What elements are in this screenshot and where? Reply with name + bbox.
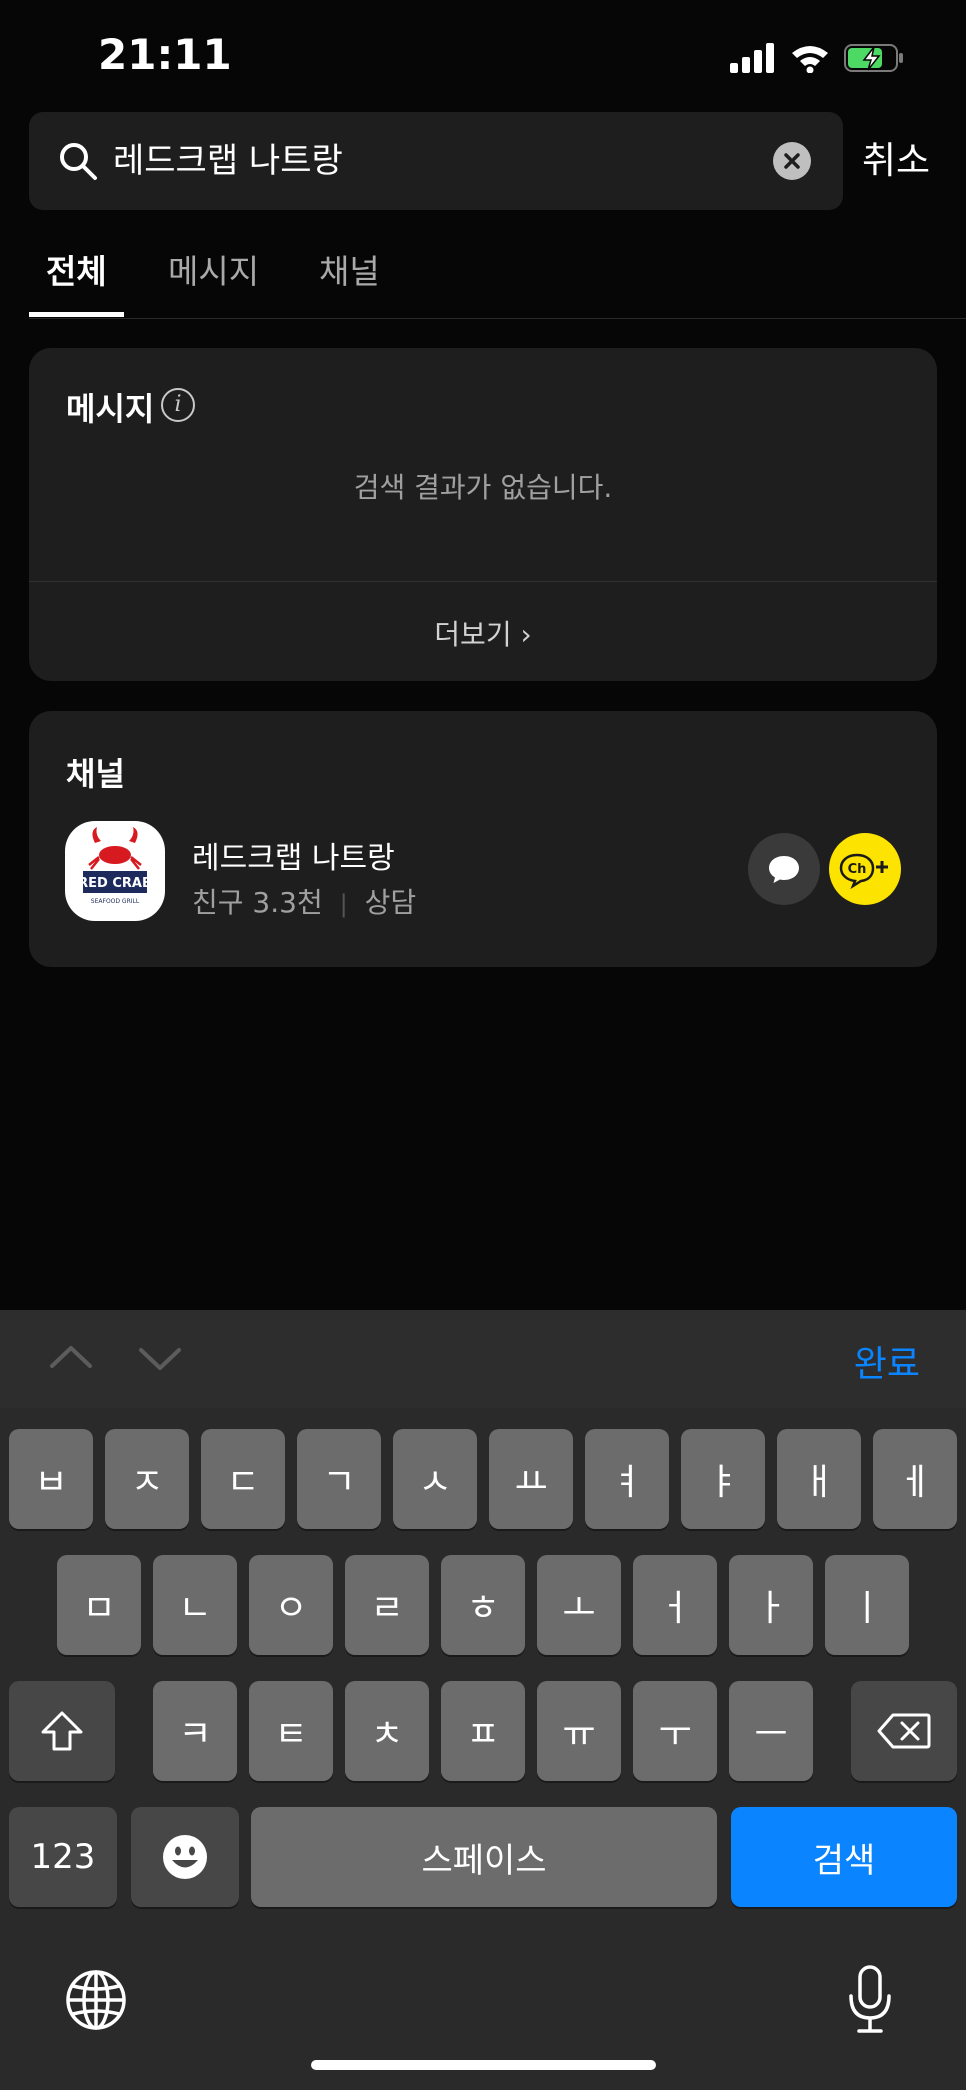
close-icon <box>784 153 800 169</box>
key-a[interactable]: ㅏ <box>729 1555 813 1655</box>
search-key[interactable]: 검색 <box>731 1807 957 1907</box>
chevron-down-icon[interactable] <box>137 1346 183 1374</box>
key-j[interactable]: ㅈ <box>105 1429 189 1529</box>
microphone-icon[interactable] <box>846 1964 894 2036</box>
red-crab-logo-icon: RED CRAB SEAFOOD GRILL <box>78 827 152 905</box>
empty-result-text: 검색 결과가 없습니다. <box>353 471 613 504</box>
messages-section-title: 메시지 <box>66 390 155 428</box>
key-d[interactable]: ㄷ <box>201 1429 285 1529</box>
logo-text: RED CRAB <box>78 876 152 891</box>
key-t[interactable]: ㅌ <box>249 1681 333 1781</box>
backspace-icon <box>877 1713 931 1749</box>
key-ya[interactable]: ㅑ <box>681 1429 765 1529</box>
channel-logo[interactable]: RED CRAB SEAFOOD GRILL <box>65 821 165 921</box>
channel-add-icon: Ch <box>839 853 888 889</box>
channels-section-title: 채널 <box>66 755 125 793</box>
space-key[interactable]: 스페이스 <box>251 1807 717 1907</box>
key-o[interactable]: ㅗ <box>537 1555 621 1655</box>
shift-icon <box>41 1711 83 1751</box>
chevron-up-icon[interactable] <box>48 1342 94 1370</box>
key-p[interactable]: ㅍ <box>441 1681 525 1781</box>
channel-friends-count: 친구 3.3천 <box>192 886 323 919</box>
channel-category: 상담 <box>364 886 417 919</box>
key-e[interactable]: ㅔ <box>873 1429 957 1529</box>
channels-section: 채널 RED CRAB SEAFOOD GRILL 레드크랩 나트랑 친구 3.… <box>29 711 937 967</box>
key-yu[interactable]: ㅠ <box>537 1681 621 1781</box>
numbers-key[interactable]: 123 <box>9 1807 117 1907</box>
messages-section: 메시지 i 검색 결과가 없습니다. 더보기 › <box>29 348 937 681</box>
add-channel-button[interactable]: Ch <box>829 833 901 905</box>
key-i[interactable]: ㅣ <box>825 1555 909 1655</box>
key-n[interactable]: ㄴ <box>153 1555 237 1655</box>
emoji-key[interactable] <box>131 1807 239 1907</box>
key-yeo[interactable]: ㅕ <box>585 1429 669 1529</box>
key-b[interactable]: ㅂ <box>9 1429 93 1529</box>
backspace-key[interactable] <box>851 1681 957 1781</box>
chat-bubble-icon <box>769 856 799 883</box>
key-ae[interactable]: ㅐ <box>777 1429 861 1529</box>
shift-key[interactable] <box>9 1681 115 1781</box>
key-r[interactable]: ㄹ <box>345 1555 429 1655</box>
cellular-signal-icon <box>730 43 774 73</box>
key-eu[interactable]: ㅡ <box>729 1681 813 1781</box>
home-indicator <box>311 2060 656 2070</box>
tab-divider <box>29 318 966 319</box>
card-divider <box>29 581 937 582</box>
done-button[interactable]: 완료 <box>854 1335 920 1387</box>
globe-icon[interactable] <box>64 1968 128 2032</box>
search-input[interactable]: 레드크랩 나트랑 <box>113 112 343 210</box>
key-h[interactable]: ㅎ <box>441 1555 525 1655</box>
key-m[interactable]: ㅁ <box>57 1555 141 1655</box>
ch-badge-text: Ch <box>848 862 867 877</box>
more-button[interactable]: 더보기 › <box>29 613 937 653</box>
key-eo[interactable]: ㅓ <box>633 1555 717 1655</box>
keyboard-toolbar: 완료 <box>0 1310 966 1408</box>
status-time: 21:11 <box>98 30 232 79</box>
chat-button[interactable] <box>748 833 820 905</box>
key-yo[interactable]: ㅛ <box>489 1429 573 1529</box>
key-k[interactable]: ㅋ <box>153 1681 237 1781</box>
wifi-icon <box>792 46 828 73</box>
active-tab-indicator <box>29 312 124 317</box>
status-icons <box>730 38 906 78</box>
info-icon[interactable]: i <box>161 388 195 422</box>
key-g[interactable]: ㄱ <box>297 1429 381 1529</box>
search-bar[interactable]: 레드크랩 나트랑 <box>29 112 843 210</box>
tab-channels[interactable]: 채널 <box>319 245 380 293</box>
key-ng[interactable]: ㅇ <box>249 1555 333 1655</box>
battery-charging-icon <box>844 44 903 72</box>
key-s[interactable]: ㅅ <box>393 1429 477 1529</box>
channel-meta: 친구 3.3천 | 상담 <box>192 881 416 921</box>
tab-messages[interactable]: 메시지 <box>168 245 259 293</box>
clear-search-button[interactable] <box>773 142 811 180</box>
key-u[interactable]: ㅜ <box>633 1681 717 1781</box>
search-icon <box>60 143 97 180</box>
cancel-button[interactable]: 취소 <box>862 130 930 184</box>
logo-subtext: SEAFOOD GRILL <box>91 898 140 905</box>
emoji-icon <box>163 1835 207 1879</box>
meta-separator: | <box>339 890 348 918</box>
key-ch[interactable]: ㅊ <box>345 1681 429 1781</box>
channel-name[interactable]: 레드크랩 나트랑 <box>192 833 395 877</box>
tab-all[interactable]: 전체 <box>46 245 107 293</box>
